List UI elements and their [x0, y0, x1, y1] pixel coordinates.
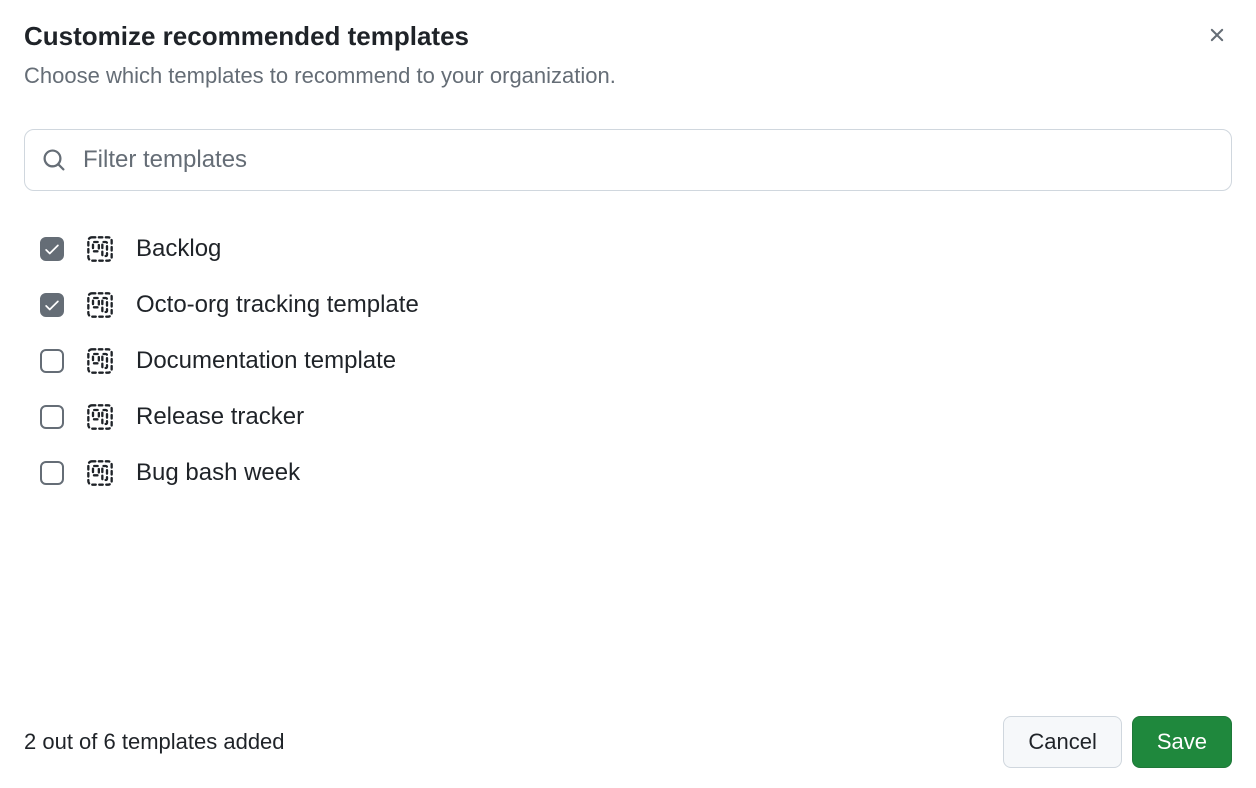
template-label: Documentation template: [136, 347, 396, 375]
template-label: Backlog: [136, 235, 221, 263]
template-item[interactable]: Backlog: [24, 221, 1232, 277]
template-item[interactable]: Bug bash week: [24, 445, 1232, 501]
dialog-footer: 2 out of 6 templates added Cancel Save: [24, 696, 1232, 768]
cancel-button[interactable]: Cancel: [1003, 716, 1121, 768]
project-template-icon: [86, 235, 114, 263]
template-checkbox[interactable]: [40, 237, 64, 261]
project-template-icon: [86, 291, 114, 319]
dialog-subtitle: Choose which templates to recommend to y…: [24, 63, 1232, 89]
status-text: 2 out of 6 templates added: [24, 729, 285, 755]
save-button[interactable]: Save: [1132, 716, 1232, 768]
template-checkbox[interactable]: [40, 405, 64, 429]
dialog-header: Customize recommended templates: [24, 20, 1232, 55]
template-item[interactable]: Release tracker: [24, 389, 1232, 445]
footer-buttons: Cancel Save: [1003, 716, 1232, 768]
template-item[interactable]: Documentation template: [24, 333, 1232, 389]
template-label: Release tracker: [136, 403, 304, 431]
project-template-icon: [86, 403, 114, 431]
template-item[interactable]: Octo-org tracking template: [24, 277, 1232, 333]
dialog-title: Customize recommended templates: [24, 20, 469, 54]
template-label: Octo-org tracking template: [136, 291, 419, 319]
project-template-icon: [86, 347, 114, 375]
project-template-icon: [86, 459, 114, 487]
template-checkbox[interactable]: [40, 293, 64, 317]
close-icon: [1206, 24, 1228, 51]
template-label: Bug bash week: [136, 459, 300, 487]
customize-templates-dialog: Customize recommended templates Choose w…: [0, 0, 1256, 788]
search-wrapper: [24, 129, 1232, 191]
filter-templates-input[interactable]: [24, 129, 1232, 191]
template-checkbox[interactable]: [40, 461, 64, 485]
template-checkbox[interactable]: [40, 349, 64, 373]
template-list: Backlog Octo-org tracking template Documen…: [24, 221, 1232, 696]
close-button[interactable]: [1202, 20, 1232, 55]
